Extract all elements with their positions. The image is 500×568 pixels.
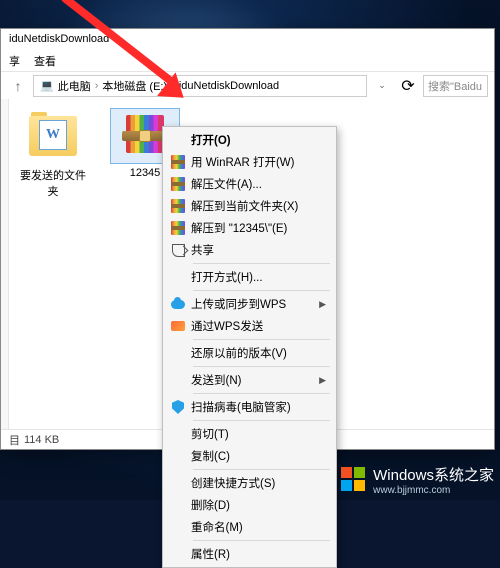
crumb-drive[interactable]: 本地磁盘 (E:) — [102, 78, 167, 94]
share-icon — [172, 244, 185, 257]
watermark-brand: Windows — [373, 467, 434, 484]
chevron-right-icon: ▶ — [319, 299, 326, 310]
menu-extract-files[interactable]: 解压文件(A)... — [165, 173, 334, 195]
menu-separator — [193, 420, 330, 421]
file-item-folder[interactable]: W 要发送的文件夹 — [17, 109, 89, 199]
rar-icon — [171, 221, 185, 235]
menu-separator — [193, 469, 330, 470]
window-title: iduNetdiskDownload — [1, 29, 494, 51]
watermark: Windows系统之家 www.bjjmmc.com — [341, 464, 494, 496]
menu-share[interactable]: 享 — [9, 53, 20, 69]
watermark-url: www.bjjmmc.com — [373, 485, 494, 496]
menu-extract-to[interactable]: 解压到 "12345\"(E) — [165, 217, 334, 239]
crumb-folder[interactable]: iduNetdiskDownload — [179, 80, 279, 92]
crumb-root[interactable]: 此电脑 — [58, 78, 91, 94]
folder-icon: W — [29, 116, 77, 156]
menu-restore-version[interactable]: 还原以前的版本(V) — [165, 342, 334, 364]
chevron-right-icon: ▶ — [319, 375, 326, 386]
menu-create-shortcut[interactable]: 创建快捷方式(S) — [165, 472, 334, 494]
refresh-button[interactable]: ⟳ — [397, 75, 419, 97]
menu-share[interactable]: 共享 — [165, 239, 334, 261]
wps-send-icon — [171, 321, 185, 331]
menu-properties[interactable]: 属性(R) — [165, 543, 334, 565]
menu-send-to[interactable]: 发送到(N)▶ — [165, 369, 334, 391]
menu-delete[interactable]: 删除(D) — [165, 494, 334, 516]
sidebar — [1, 99, 9, 429]
status-label: 目 — [9, 432, 20, 448]
watermark-sub: 系统之家 — [434, 467, 494, 484]
rar-icon — [171, 155, 185, 169]
file-label: 要发送的文件夹 — [17, 167, 89, 199]
menu-separator — [193, 263, 330, 264]
menu-upload-wps[interactable]: 上传或同步到WPS▶ — [165, 293, 334, 315]
chevron-right-icon: › — [171, 80, 175, 92]
menu-cut[interactable]: 剪切(T) — [165, 423, 334, 445]
menu-send-wps[interactable]: 通过WPS发送 — [165, 315, 334, 337]
dropdown-history-button[interactable]: ⌄ — [371, 75, 393, 97]
nav-up-button[interactable]: ↑ — [7, 75, 29, 97]
chevron-right-icon: › — [95, 80, 99, 92]
shield-icon — [172, 400, 184, 414]
context-menu: 打开(O) 用 WinRAR 打开(W) 解压文件(A)... 解压到当前文件夹… — [162, 126, 337, 568]
menu-separator — [193, 540, 330, 541]
menu-open-winrar[interactable]: 用 WinRAR 打开(W) — [165, 151, 334, 173]
menu-rename[interactable]: 重命名(M) — [165, 516, 334, 538]
windows-logo-icon — [341, 467, 367, 493]
breadcrumb[interactable]: 💻 此电脑 › 本地磁盘 (E:) › iduNetdiskDownload — [33, 75, 367, 97]
cloud-icon — [171, 300, 185, 309]
pc-icon: 💻 — [40, 79, 54, 92]
menu-bar: 享 查看 — [1, 51, 494, 71]
menu-separator — [193, 393, 330, 394]
menu-separator — [193, 290, 330, 291]
menu-separator — [193, 366, 330, 367]
menu-scan-virus[interactable]: 扫描病毒(电脑管家) — [165, 396, 334, 418]
address-bar: ↑ 💻 此电脑 › 本地磁盘 (E:) › iduNetdiskDownload… — [1, 71, 494, 99]
rar-icon — [171, 199, 185, 213]
status-size: 114 KB — [24, 434, 59, 446]
menu-view[interactable]: 查看 — [34, 53, 56, 69]
search-input[interactable]: 搜索"Baidu — [423, 75, 488, 97]
menu-extract-here[interactable]: 解压到当前文件夹(X) — [165, 195, 334, 217]
menu-copy[interactable]: 复制(C) — [165, 445, 334, 467]
menu-open-with[interactable]: 打开方式(H)... — [165, 266, 334, 288]
rar-icon — [171, 177, 185, 191]
menu-open[interactable]: 打开(O) — [165, 129, 334, 151]
menu-separator — [193, 339, 330, 340]
